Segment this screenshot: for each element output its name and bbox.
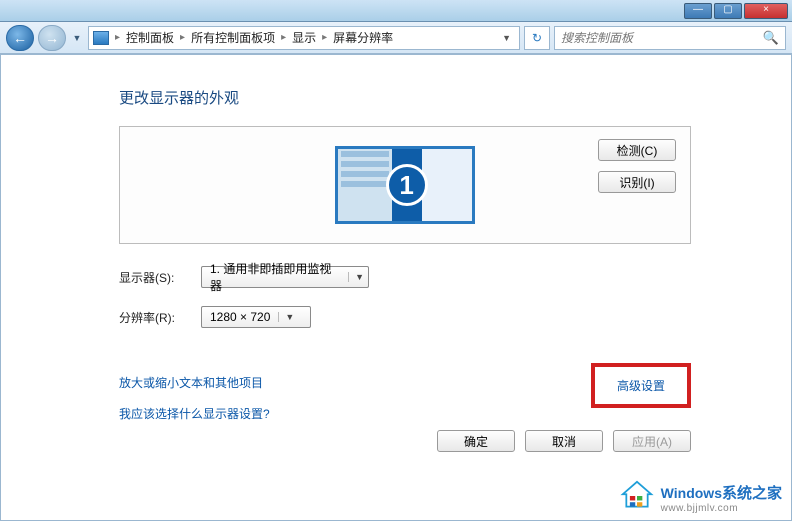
search-box[interactable]: 🔍	[554, 26, 786, 50]
identify-button[interactable]: 识别(I)	[598, 171, 676, 193]
breadcrumb-item[interactable]: 所有控制面板项	[191, 29, 275, 46]
monitor-select[interactable]: 1. 通用非即插即用监视器 ▼	[201, 266, 369, 288]
monitor-number-badge: 1	[386, 164, 428, 206]
navbar: ← → ▼ ▸ 控制面板 ▸ 所有控制面板项 ▸ 显示 ▸ 屏幕分辨率 ▼ ↻ …	[0, 22, 792, 54]
breadcrumb-item[interactable]: 屏幕分辨率	[333, 29, 393, 46]
footer-buttons: 确定 取消 应用(A)	[437, 430, 691, 452]
ok-button[interactable]: 确定	[437, 430, 515, 452]
page-title: 更改显示器的外观	[119, 87, 691, 108]
chevron-down-icon: ▼	[348, 272, 364, 282]
breadcrumb-item[interactable]: 显示	[292, 29, 316, 46]
titlebar: — ▢ ×	[0, 0, 792, 22]
monitor-select-value: 1. 通用非即插即用监视器	[210, 260, 340, 294]
chevron-down-icon: ▼	[278, 312, 294, 322]
cancel-button[interactable]: 取消	[525, 430, 603, 452]
address-bar[interactable]: ▸ 控制面板 ▸ 所有控制面板项 ▸ 显示 ▸ 屏幕分辨率 ▼	[88, 26, 520, 50]
forward-button[interactable]: →	[38, 25, 66, 51]
search-icon[interactable]: 🔍	[763, 30, 779, 46]
resolution-select[interactable]: 1280 × 720 ▼	[201, 306, 311, 328]
control-panel-icon	[93, 31, 109, 45]
content-area: 更改显示器的外观 1 检测(C) 识别(I) 显示器(S): 1. 通用非即插即…	[0, 54, 792, 521]
resolution-select-value: 1280 × 720	[210, 310, 270, 324]
display-preview-frame: 1 检测(C) 识别(I)	[119, 126, 691, 244]
apply-button[interactable]: 应用(A)	[613, 430, 691, 452]
detect-button[interactable]: 检测(C)	[598, 139, 676, 161]
search-input[interactable]	[561, 31, 763, 45]
monitor-preview[interactable]: 1	[335, 146, 475, 224]
watermark-url: www.bjjmlv.com	[661, 503, 782, 514]
back-button[interactable]: ←	[6, 25, 34, 51]
minimize-button[interactable]: —	[684, 3, 712, 19]
breadcrumb-item[interactable]: 控制面板	[126, 29, 174, 46]
house-logo-icon	[619, 480, 655, 515]
monitor-label: 显示器(S):	[119, 269, 183, 286]
close-button[interactable]: ×	[744, 3, 788, 19]
nav-history-dropdown[interactable]: ▼	[70, 25, 84, 51]
preview-right-pane	[422, 149, 472, 221]
chevron-icon: ▸	[180, 32, 185, 43]
refresh-button[interactable]: ↻	[524, 26, 550, 50]
watermark-brand: Windows系统之家	[661, 485, 782, 501]
maximize-button[interactable]: ▢	[714, 3, 742, 19]
chevron-icon: ▸	[281, 32, 286, 43]
preview-left-pane	[338, 149, 392, 221]
chevron-icon: ▸	[115, 32, 120, 43]
advanced-settings-highlight: 高级设置	[591, 363, 691, 408]
advanced-settings-link[interactable]: 高级设置	[617, 379, 665, 393]
watermark: Windows系统之家 www.bjjmlv.com	[619, 480, 782, 515]
chevron-icon: ▸	[322, 32, 327, 43]
address-dropdown-icon[interactable]: ▼	[498, 33, 515, 43]
resolution-label: 分辨率(R):	[119, 309, 183, 326]
